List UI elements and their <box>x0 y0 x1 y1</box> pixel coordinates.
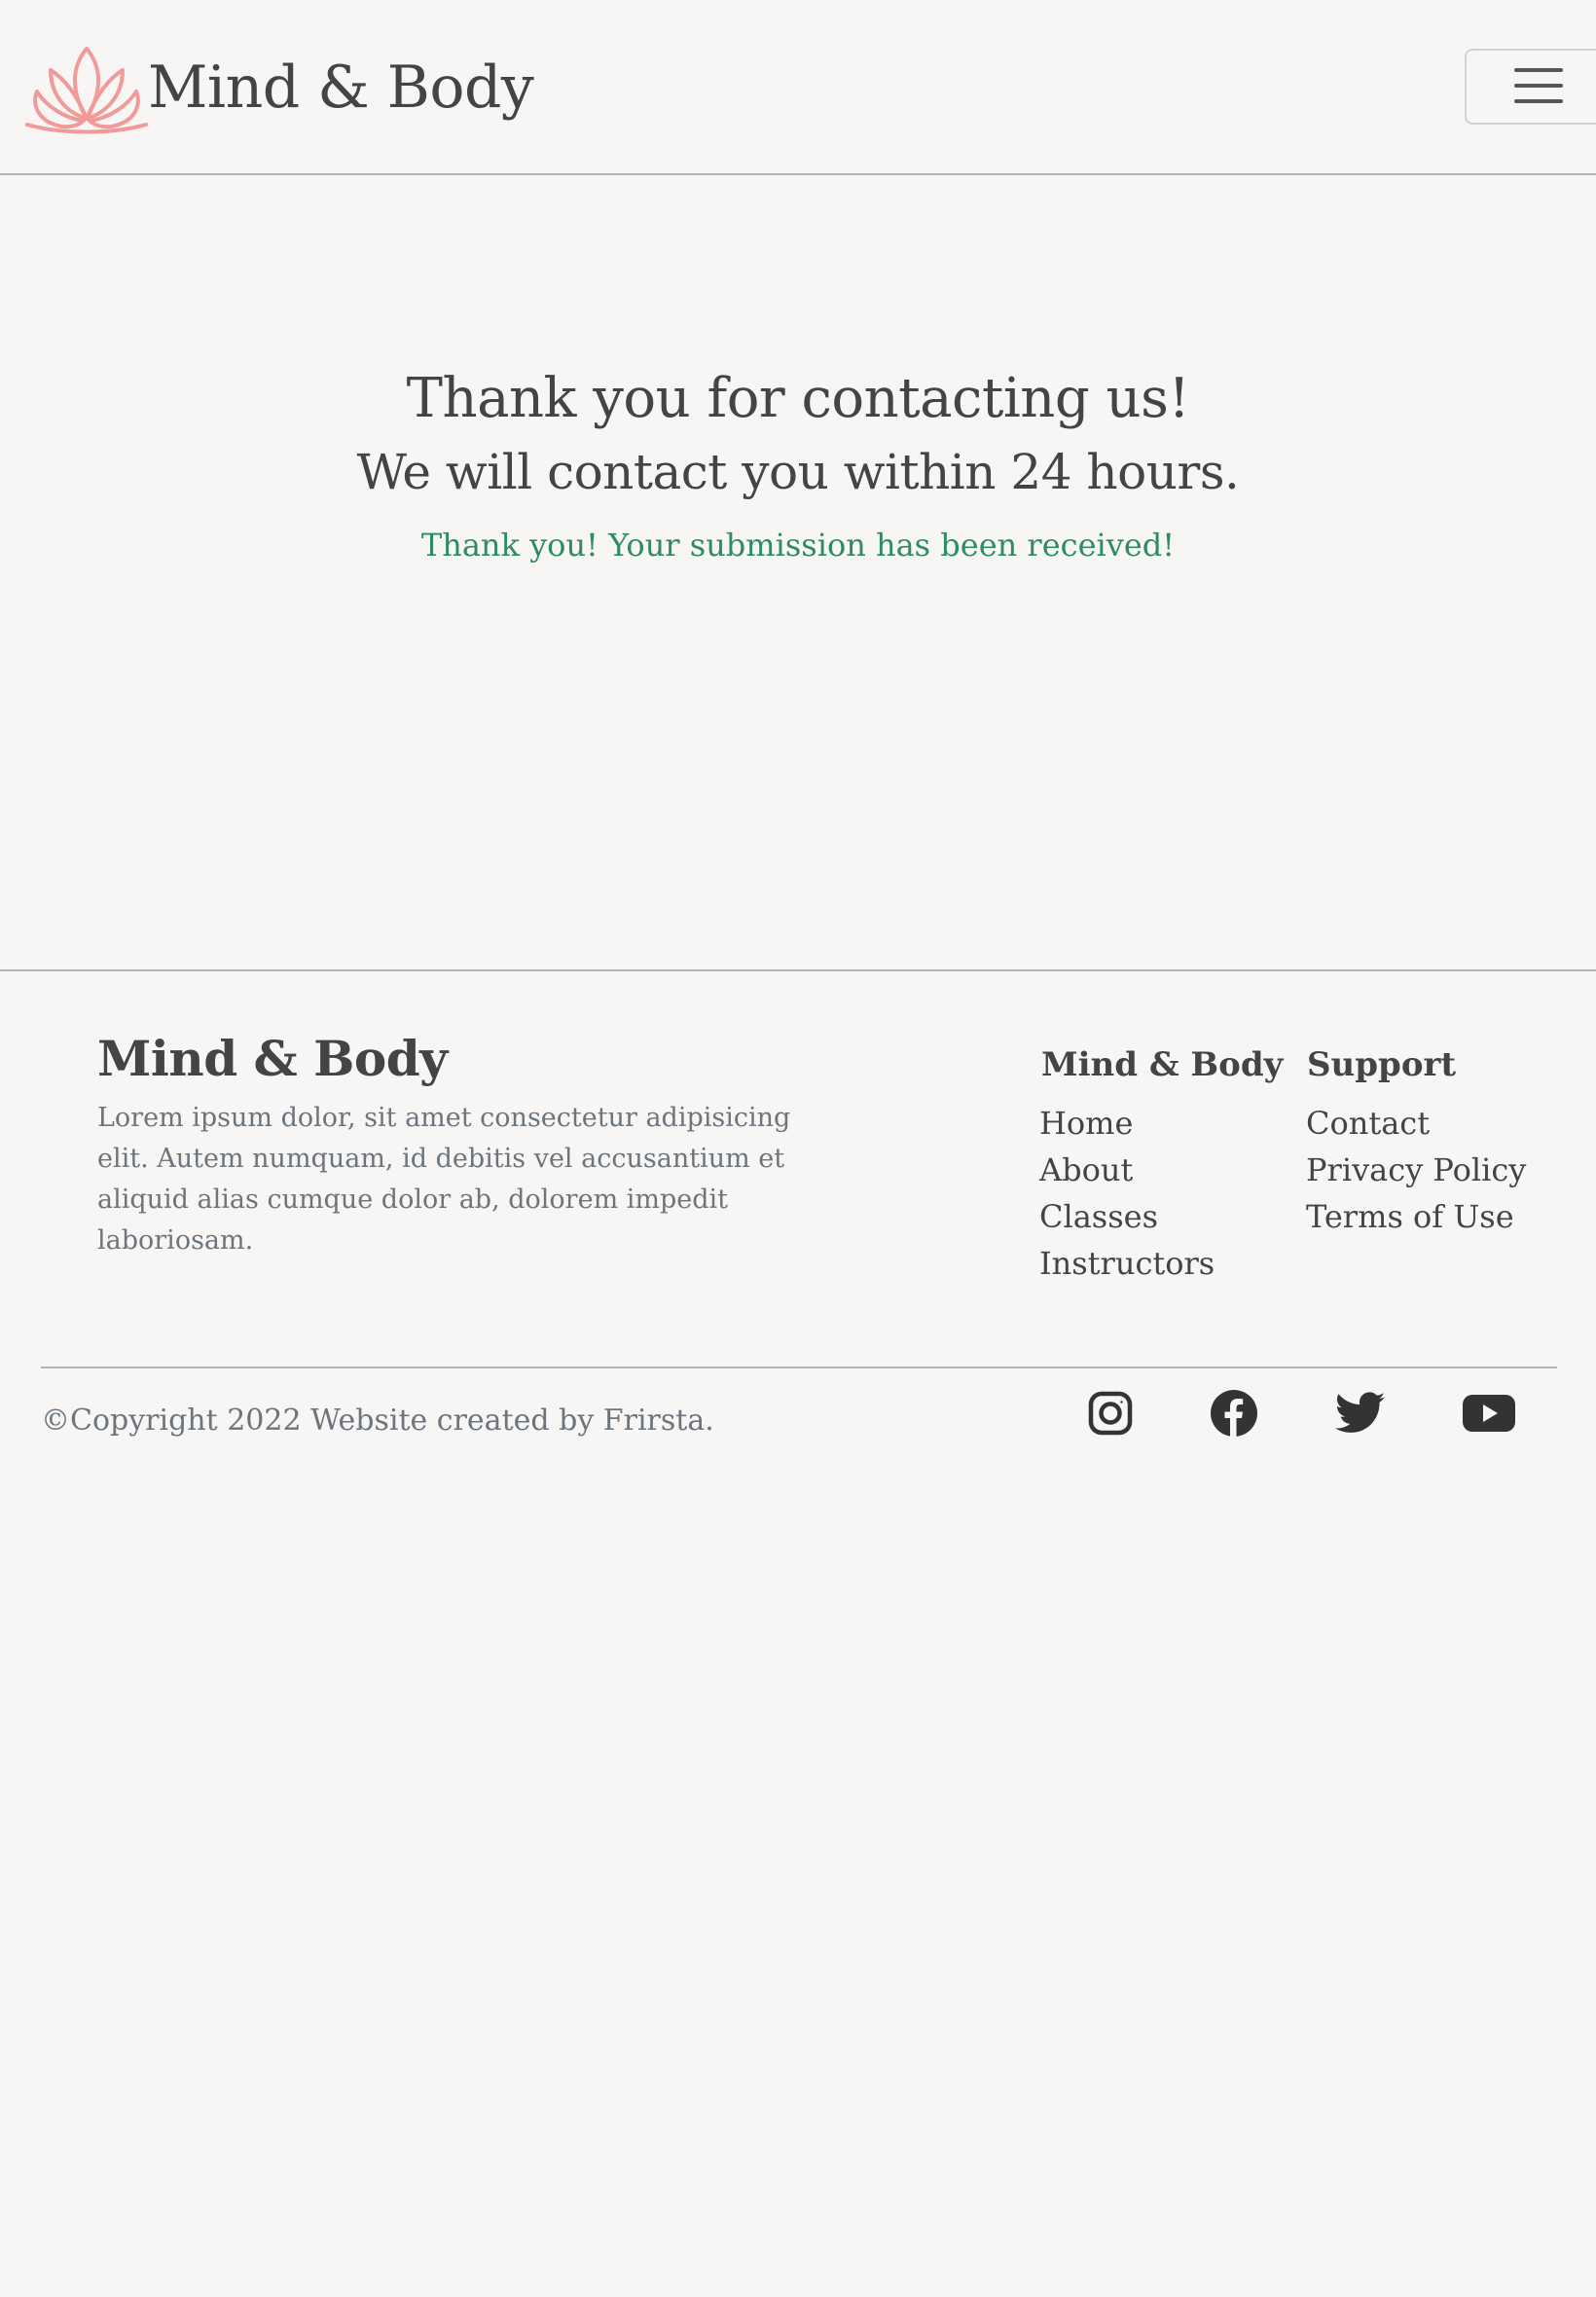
footer-description: Lorem ipsum dolor, sit amet consectetur … <box>97 1103 791 1256</box>
footer-brand: Mind & Body <box>97 1030 448 1087</box>
footer-link-about[interactable]: About <box>1039 1147 1133 1193</box>
thank-you-title: Thank you for contacting us! <box>406 367 1190 430</box>
footer-link-classes[interactable]: Classes <box>1039 1193 1158 1240</box>
footer-link-contact[interactable]: Contact <box>1306 1100 1430 1147</box>
footer-link-terms-of-use[interactable]: Terms of Use <box>1306 1193 1514 1240</box>
youtube-icon[interactable] <box>1460 1386 1518 1440</box>
submission-success-message: Thank you! Your submission has been rece… <box>420 527 1176 564</box>
copyright-text: ©Copyright 2022 Website created by Frirs… <box>41 1404 714 1438</box>
hamburger-menu-button[interactable] <box>1465 49 1596 125</box>
contact-timeframe-subtitle: We will contact you within 24 hours. <box>356 444 1240 500</box>
footer-link-privacy-policy[interactable]: Privacy Policy <box>1306 1147 1526 1193</box>
instagram-icon[interactable] <box>1083 1386 1138 1440</box>
footer-divider <box>0 969 1596 971</box>
facebook-icon[interactable] <box>1207 1386 1261 1440</box>
navbar: Mind & Body <box>0 0 1596 175</box>
footer-bottom-divider <box>41 1367 1557 1368</box>
twitter-icon[interactable] <box>1331 1386 1390 1440</box>
footer-column-heading-support: Support <box>1307 1045 1457 1084</box>
brand-name[interactable]: Mind & Body <box>148 51 534 125</box>
hamburger-menu-icon <box>1513 66 1564 108</box>
footer-link-instructors[interactable]: Instructors <box>1039 1240 1215 1287</box>
lotus-logo-icon[interactable] <box>21 41 152 134</box>
footer-column-heading-mind-body: Mind & Body <box>1041 1045 1284 1084</box>
footer-link-home[interactable]: Home <box>1039 1100 1133 1147</box>
